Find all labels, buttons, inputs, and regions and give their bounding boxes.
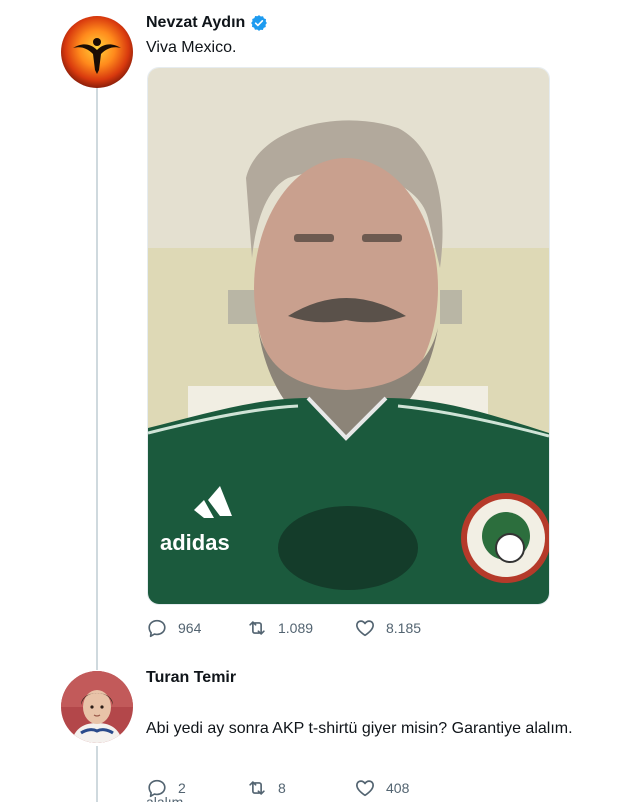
verified-badge-icon [250,14,268,32]
media-brand-text: adidas [160,530,230,555]
tweet-photo[interactable]: adidas [147,67,550,605]
reply-author-row: Turan Temir [146,669,236,687]
reply-count: 2 [178,780,186,796]
tweet-actions: 964 1.089 8.185 [146,617,454,639]
reply-button[interactable]: 964 [146,617,246,639]
retweet-count: 8 [278,780,286,796]
reply-author-name[interactable]: Turan Temir [146,669,236,687]
like-count: 8.185 [386,620,422,636]
like-button[interactable]: 408 [354,777,454,799]
retweet-button[interactable]: 1.089 [246,617,354,639]
speech-bubble-icon [148,619,166,638]
thread-line [96,746,98,802]
reply-actions: 2 8 408 [146,777,454,799]
avatar[interactable] [61,16,133,88]
heart-icon [356,620,374,637]
reply-text: Abi yedi ay sonra AKP t-shirtü giyer mis… [146,720,573,737]
tweet-text: Viva Mexico. [146,39,237,56]
thread-line [96,88,98,670]
like-button[interactable]: 8.185 [354,617,454,639]
author-row: Nevzat Aydın [146,14,268,32]
avatar[interactable] [61,671,133,743]
retweet-count: 1.089 [278,620,314,636]
retweet-icon [249,781,265,795]
overlapping-text-fragment: alalım [146,795,183,802]
like-count: 408 [386,780,410,796]
retweet-icon [249,621,265,635]
reply-count: 964 [178,620,202,636]
heart-icon [356,780,374,797]
retweet-button[interactable]: 8 [246,777,354,799]
author-name[interactable]: Nevzat Aydın [146,14,245,32]
